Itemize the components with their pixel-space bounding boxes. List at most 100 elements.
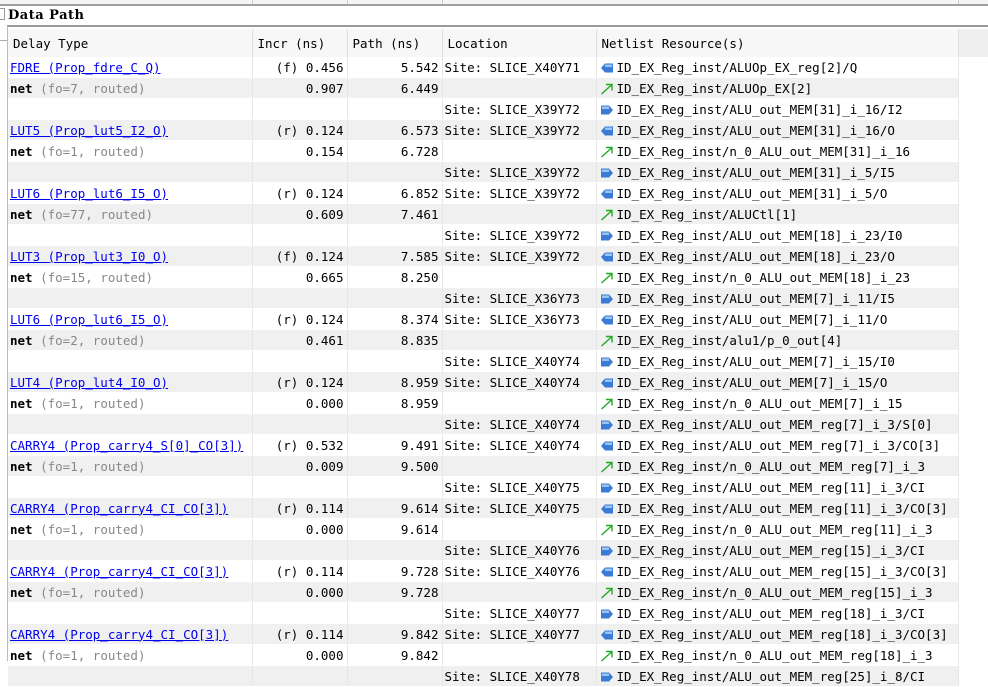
resource-name[interactable]: ID_EX_Reg_inst/ALU_out_MEM[7]_i_15/O — [617, 375, 888, 390]
resource-name[interactable]: ID_EX_Reg_inst/ALU_out_MEM[31]_i_5/O — [617, 186, 888, 201]
column-header-location[interactable]: Location — [442, 29, 597, 57]
cell-link[interactable]: CARRY4 (Prop_carry4_S[0]_CO[3]) — [10, 438, 243, 453]
netlist-resource-cell[interactable]: ID_EX_Reg_inst/ALU_out_MEM[7]_i_11/I5 — [596, 287, 959, 309]
netlist-resource-cell[interactable]: ID_EX_Reg_inst/n_0_ALU_out_MEM_reg[11]_i… — [596, 518, 959, 540]
resource-name[interactable]: ID_EX_Reg_inst/ALU_out_MEM[7]_i_11/O — [617, 312, 888, 327]
netlist-resource-cell[interactable]: ID_EX_Reg_inst/n_0_ALU_out_MEM_reg[15]_i… — [596, 581, 959, 603]
resource-name[interactable]: ID_EX_Reg_inst/ALU_out_MEM_reg[7]_i_3/S[… — [617, 417, 933, 432]
resource-name[interactable]: ID_EX_Reg_inst/ALU_out_MEM[18]_i_23/O — [617, 249, 895, 264]
resource-name[interactable]: ID_EX_Reg_inst/n_0_ALU_out_MEM[7]_i_15 — [617, 396, 903, 411]
table-row-cell[interactable]: LUT6 (Prop_lut6_I5_O) (r) 0.124 6.852 Site:… — [8, 182, 988, 204]
netlist-resource-cell[interactable]: ID_EX_Reg_inst/ALU_out_MEM_reg[18]_i_3/C… — [596, 623, 959, 645]
resource-name[interactable]: ID_EX_Reg_inst/ALU_out_MEM[7]_i_11/I5 — [617, 291, 895, 306]
resource-name[interactable]: ID_EX_Reg_inst/n_0_ALU_out_MEM_reg[11]_i… — [617, 522, 933, 537]
table-row-net[interactable]: net (fo=15, routed) 0.665 8.250 ID_EX_Reg_i… — [8, 266, 988, 288]
resource-name[interactable]: ID_EX_Reg_inst/ALUOp_EX_reg[2]/Q — [617, 60, 858, 75]
netlist-resource-cell[interactable]: ID_EX_Reg_inst/alu1/p_0_out[4] — [596, 329, 959, 351]
table-row-cell[interactable]: LUT6 (Prop_lut6_I5_O) (r) 0.124 8.374 Site:… — [8, 308, 988, 330]
table-row-cell[interactable]: CARRY4 (Prop_carry4_CI_CO[3]) (r) 0.114 9.… — [8, 623, 988, 645]
table-row-cell[interactable]: CARRY4 (Prop_carry4_S[0]_CO[3]) (r) 0.532… — [8, 434, 988, 456]
table-row-net[interactable]: net (fo=1, routed) 0.000 9.614 ID_EX_Reg_in… — [8, 518, 988, 540]
netlist-resource-cell[interactable]: ID_EX_Reg_inst/n_0_ALU_out_MEM[7]_i_15 — [596, 392, 959, 414]
resource-name[interactable]: ID_EX_Reg_inst/ALU_out_MEM_reg[15]_i_3/C… — [617, 564, 948, 579]
resource-name[interactable]: ID_EX_Reg_inst/ALU_out_MEM[7]_i_15/I0 — [617, 354, 895, 369]
table-row-site[interactable]: Site: SLICE_X40Y75 ID_EX_Reg_inst/ALU_out… — [8, 476, 988, 498]
table-row-site[interactable]: Site: SLICE_X36Y73 ID_EX_Reg_inst/ALU_out… — [8, 287, 988, 309]
netlist-resource-cell[interactable]: ID_EX_Reg_inst/ALU_out_MEM[31]_i_5/I5 — [596, 161, 959, 183]
resource-name[interactable]: ID_EX_Reg_inst/ALU_out_MEM[31]_i_16/I2 — [617, 102, 903, 117]
netlist-resource-cell[interactable]: ID_EX_Reg_inst/ALU_out_MEM_reg[7]_i_3/CO… — [596, 434, 959, 456]
cell-link[interactable]: CARRY4 (Prop_carry4_CI_CO[3]) — [10, 501, 228, 516]
table-row-net[interactable]: net (fo=1, routed) 0.154 6.728 ID_EX_Reg_in… — [8, 140, 988, 162]
resource-name[interactable]: ID_EX_Reg_inst/n_0_ALU_out_MEM[18]_i_23 — [617, 270, 911, 285]
netlist-resource-cell[interactable]: ID_EX_Reg_inst/ALU_out_MEM[18]_i_23/I0 — [596, 224, 959, 246]
table-row-cell[interactable]: LUT3 (Prop_lut3_I0_O) (f) 0.124 7.585 Site:… — [8, 245, 988, 267]
resource-name[interactable]: ID_EX_Reg_inst/n_0_ALU_out_MEM_reg[15]_i… — [617, 585, 933, 600]
column-header-incr[interactable]: Incr (ns) — [252, 29, 348, 57]
table-row-net[interactable]: net (fo=2, routed) 0.461 8.835 ID_EX_Reg_in… — [8, 329, 988, 351]
resource-name[interactable]: ID_EX_Reg_inst/ALU_out_MEM_reg[25]_i_8/C… — [617, 669, 926, 684]
resource-name[interactable]: ID_EX_Reg_inst/ALU_out_MEM[31]_i_5/I5 — [617, 165, 895, 180]
netlist-resource-cell[interactable]: ID_EX_Reg_inst/ALUOp_EX_reg[2]/Q — [596, 57, 959, 78]
resource-name[interactable]: ID_EX_Reg_inst/ALU_out_MEM_reg[15]_i_3/C… — [617, 543, 926, 558]
netlist-resource-cell[interactable]: ID_EX_Reg_inst/ALU_out_MEM[31]_i_5/O — [596, 182, 959, 204]
cell-link[interactable]: CARRY4 (Prop_carry4_CI_CO[3]) — [10, 627, 228, 642]
column-header-netlist-resource[interactable]: Netlist Resource(s) — [596, 29, 959, 57]
resource-name[interactable]: ID_EX_Reg_inst/ALU_out_MEM_reg[18]_i_3/C… — [617, 606, 926, 621]
netlist-resource-cell[interactable]: ID_EX_Reg_inst/n_0_ALU_out_MEM[18]_i_23 — [596, 266, 959, 288]
table-row-net[interactable]: net (fo=1, routed) 0.000 9.728 ID_EX_Reg_in… — [8, 581, 988, 603]
netlist-resource-cell[interactable]: ID_EX_Reg_inst/ALU_out_MEM_reg[15]_i_3/C… — [596, 539, 959, 561]
netlist-resource-cell[interactable]: ID_EX_Reg_inst/ALU_out_MEM_reg[18]_i_3/C… — [596, 602, 959, 624]
collapse-handle[interactable] — [0, 8, 5, 20]
cell-link[interactable]: LUT5 (Prop_lut5_I2_O) — [10, 123, 168, 138]
cell-link[interactable]: FDRE (Prop_fdre_C_Q) — [10, 60, 161, 75]
resource-name[interactable]: ID_EX_Reg_inst/ALU_out_MEM[18]_i_23/I0 — [617, 228, 903, 243]
netlist-resource-cell[interactable]: ID_EX_Reg_inst/ALU_out_MEM_reg[11]_i_3/C… — [596, 497, 959, 519]
resource-name[interactable]: ID_EX_Reg_inst/n_0_ALU_out_MEM_reg[18]_i… — [617, 648, 933, 663]
table-row-site[interactable]: Site: SLICE_X40Y76 ID_EX_Reg_inst/ALU_out… — [8, 539, 988, 561]
netlist-resource-cell[interactable]: ID_EX_Reg_inst/ALU_out_MEM[7]_i_11/O — [596, 308, 959, 330]
netlist-resource-cell[interactable]: ID_EX_Reg_inst/ALU_out_MEM_reg[25]_i_8/C… — [596, 665, 959, 687]
netlist-resource-cell[interactable]: ID_EX_Reg_inst/ALUOp_EX[2] — [596, 77, 959, 99]
netlist-resource-cell[interactable]: ID_EX_Reg_inst/ALUCtl[1] — [596, 203, 959, 225]
resource-name[interactable]: ID_EX_Reg_inst/n_0_ALU_out_MEM[31]_i_16 — [617, 144, 911, 159]
cell-link[interactable]: LUT6 (Prop_lut6_I5_O) — [10, 186, 168, 201]
table-row-site[interactable]: Site: SLICE_X39Y72 ID_EX_Reg_inst/ALU_out… — [8, 98, 988, 120]
resource-name[interactable]: ID_EX_Reg_inst/ALU_out_MEM[31]_i_16/O — [617, 123, 895, 138]
table-row-site[interactable]: Site: SLICE_X40Y78 ID_EX_Reg_inst/ALU_out… — [8, 665, 988, 687]
table-row-cell[interactable]: LUT5 (Prop_lut5_I2_O) (r) 0.124 6.573 Site:… — [8, 119, 988, 141]
table-row-net[interactable]: net (fo=1, routed) 0.000 9.842 ID_EX_Reg_in… — [8, 644, 988, 666]
netlist-resource-cell[interactable]: ID_EX_Reg_inst/ALU_out_MEM_reg[11]_i_3/C… — [596, 476, 959, 498]
netlist-resource-cell[interactable]: ID_EX_Reg_inst/n_0_ALU_out_MEM_reg[7]_i_… — [596, 455, 959, 477]
table-row-site[interactable]: Site: SLICE_X40Y74 ID_EX_Reg_inst/ALU_out… — [8, 350, 988, 372]
resource-name[interactable]: ID_EX_Reg_inst/ALUCtl[1] — [617, 207, 798, 222]
netlist-resource-cell[interactable]: ID_EX_Reg_inst/n_0_ALU_out_MEM[31]_i_16 — [596, 140, 959, 162]
resource-name[interactable]: ID_EX_Reg_inst/n_0_ALU_out_MEM_reg[7]_i_… — [617, 459, 926, 474]
netlist-resource-cell[interactable]: ID_EX_Reg_inst/ALU_out_MEM[7]_i_15/O — [596, 371, 959, 393]
table-row-net[interactable]: net (fo=1, routed) 0.009 9.500 ID_EX_Reg_in… — [8, 455, 988, 477]
resource-name[interactable]: ID_EX_Reg_inst/ALU_out_MEM_reg[18]_i_3/C… — [617, 627, 948, 642]
table-row-cell[interactable]: FDRE (Prop_fdre_C_Q) (f) 0.456 5.542 Site: … — [8, 57, 988, 78]
table-row-net[interactable]: net (fo=7, routed) 0.907 6.449 ID_EX_Reg_in… — [8, 77, 988, 99]
column-header-path[interactable]: Path (ns) — [347, 29, 443, 57]
resource-name[interactable]: ID_EX_Reg_inst/ALUOp_EX[2] — [617, 81, 813, 96]
netlist-resource-cell[interactable]: ID_EX_Reg_inst/ALU_out_MEM[18]_i_23/O — [596, 245, 959, 267]
table-row-net[interactable]: net (fo=1, routed) 0.000 8.959 ID_EX_Reg_in… — [8, 392, 988, 414]
resource-name[interactable]: ID_EX_Reg_inst/ALU_out_MEM_reg[7]_i_3/CO… — [617, 438, 941, 453]
table-row-net[interactable]: net (fo=77, routed) 0.609 7.461 ID_EX_Reg_i… — [8, 203, 988, 225]
netlist-resource-cell[interactable]: ID_EX_Reg_inst/ALU_out_MEM_reg[7]_i_3/S[… — [596, 413, 959, 435]
netlist-resource-cell[interactable]: ID_EX_Reg_inst/ALU_out_MEM[31]_i_16/I2 — [596, 98, 959, 120]
cell-link[interactable]: CARRY4 (Prop_carry4_CI_CO[3]) — [10, 564, 228, 579]
netlist-resource-cell[interactable]: ID_EX_Reg_inst/ALU_out_MEM_reg[15]_i_3/C… — [596, 560, 959, 582]
cell-link[interactable]: LUT6 (Prop_lut6_I5_O) — [10, 312, 168, 327]
cell-link[interactable]: LUT4 (Prop_lut4_I0_O) — [10, 375, 168, 390]
netlist-resource-cell[interactable]: ID_EX_Reg_inst/n_0_ALU_out_MEM_reg[18]_i… — [596, 644, 959, 666]
table-row-site[interactable]: Site: SLICE_X39Y72 ID_EX_Reg_inst/ALU_out… — [8, 161, 988, 183]
column-header-delay-type[interactable]: Delay Type — [8, 29, 253, 57]
table-row-site[interactable]: Site: SLICE_X40Y77 ID_EX_Reg_inst/ALU_out… — [8, 602, 988, 624]
resource-name[interactable]: ID_EX_Reg_inst/ALU_out_MEM_reg[11]_i_3/C… — [617, 480, 926, 495]
netlist-resource-cell[interactable]: ID_EX_Reg_inst/ALU_out_MEM[7]_i_15/I0 — [596, 350, 959, 372]
table-row-cell[interactable]: CARRY4 (Prop_carry4_CI_CO[3]) (r) 0.114 9.… — [8, 497, 988, 519]
table-row-site[interactable]: Site: SLICE_X39Y72 ID_EX_Reg_inst/ALU_out… — [8, 224, 988, 246]
resource-name[interactable]: ID_EX_Reg_inst/ALU_out_MEM_reg[11]_i_3/C… — [617, 501, 948, 516]
